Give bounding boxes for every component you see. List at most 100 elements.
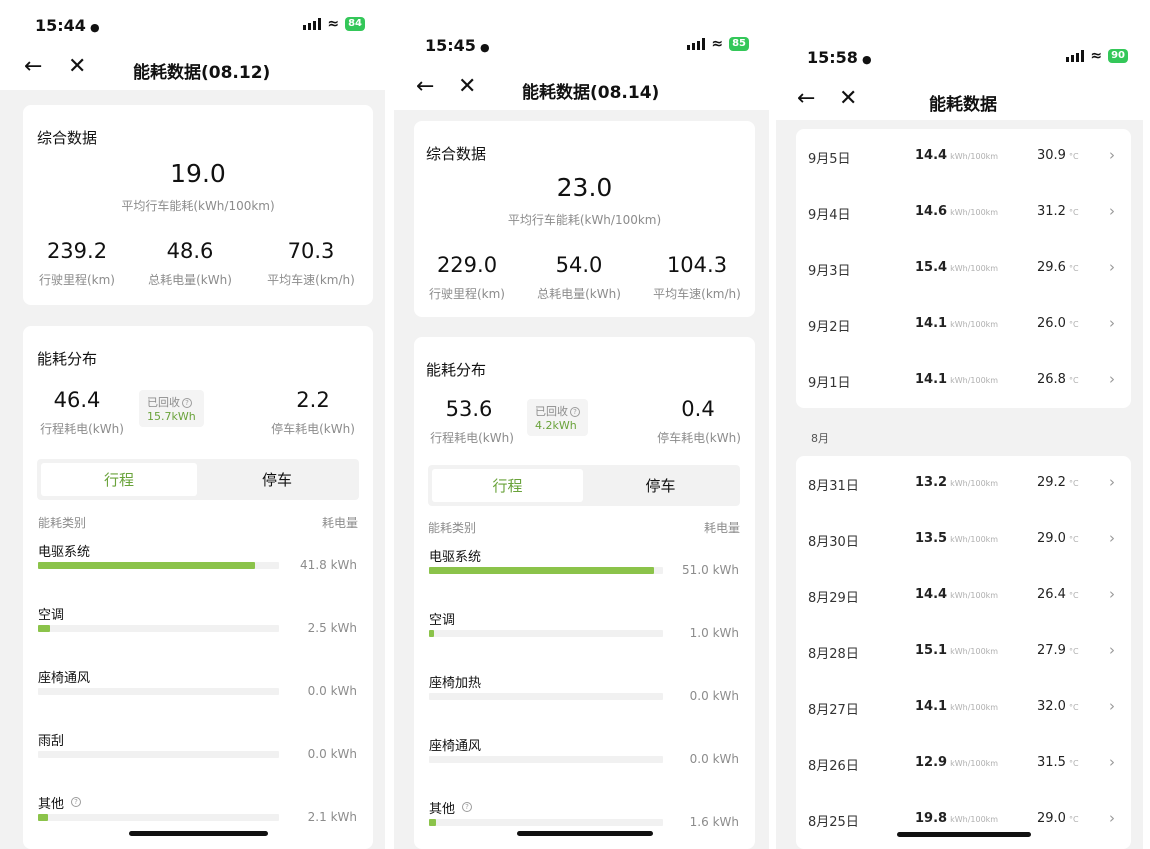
category-value: 51.0 kWh bbox=[682, 563, 739, 577]
help-icon[interactable]: ? bbox=[71, 797, 81, 807]
category-name: 座椅通风 bbox=[429, 739, 482, 754]
usage-column-header: 耗电量 bbox=[321, 516, 358, 530]
usage-bar-fill bbox=[429, 567, 654, 574]
day-consumption: 12.9 kWh/100km bbox=[915, 755, 998, 770]
stat-energy-value: 48.6 bbox=[166, 239, 214, 263]
day-row[interactable]: 8月28日 15.1 kWh/100km 27.9 °C › bbox=[796, 624, 1131, 680]
day-row[interactable]: 9月2日 14.1 kWh/100km 26.0 °C › bbox=[796, 297, 1131, 353]
day-row[interactable]: 8月29日 14.4 kWh/100km 26.4 °C › bbox=[796, 568, 1131, 624]
chevron-right-icon[interactable]: › bbox=[1109, 809, 1115, 827]
distribution-card-title: 能耗分布 bbox=[426, 361, 487, 379]
consumption-unit: kWh/100km bbox=[950, 535, 999, 544]
chevron-right-icon[interactable]: › bbox=[1109, 146, 1115, 164]
chevron-right-icon[interactable]: › bbox=[1109, 529, 1115, 547]
day-temperature: 31.2 °C bbox=[1037, 204, 1079, 219]
day-row[interactable]: 9月1日 14.1 kWh/100km 26.8 °C › bbox=[796, 353, 1131, 409]
close-icon[interactable]: ✕ bbox=[839, 88, 857, 110]
usage-bar bbox=[429, 630, 663, 637]
home-indicator bbox=[129, 831, 268, 836]
drive-usage-value: 53.6 bbox=[445, 397, 493, 421]
stat-speed-value: 104.3 bbox=[666, 253, 728, 277]
tab-trip[interactable]: 行程 bbox=[432, 469, 583, 502]
stat-distance-label: 行驶里程(km) bbox=[38, 273, 115, 287]
recovered-value: 4.2kWh bbox=[535, 419, 577, 432]
stat-energy-label: 总耗电量(kWh) bbox=[537, 287, 621, 301]
day-consumption-value: 13.2 bbox=[915, 475, 948, 490]
day-consumption: 13.2 kWh/100km bbox=[915, 475, 998, 490]
day-temperature: 29.0 °C bbox=[1037, 531, 1079, 546]
consumption-unit: kWh/100km bbox=[950, 815, 999, 824]
day-temperature: 26.8 °C bbox=[1037, 372, 1079, 387]
chevron-right-icon[interactable]: › bbox=[1109, 258, 1115, 276]
day-row[interactable]: 9月5日 14.4 kWh/100km 30.9 °C › bbox=[796, 129, 1131, 185]
chevron-right-icon[interactable]: › bbox=[1109, 585, 1115, 603]
category-value: 41.8 kWh bbox=[300, 558, 357, 572]
chevron-right-icon[interactable]: › bbox=[1109, 202, 1115, 220]
back-arrow-icon[interactable]: ← bbox=[797, 88, 815, 110]
usage-column-header: 耗电量 bbox=[703, 521, 740, 535]
tab-trip[interactable]: 行程 bbox=[41, 463, 197, 496]
signal-icon bbox=[1066, 50, 1085, 62]
avg-consumption-label: 平均行车能耗(kWh/100km) bbox=[121, 199, 275, 213]
chevron-right-icon[interactable]: › bbox=[1109, 473, 1115, 491]
page-title: 能耗数据 bbox=[929, 95, 997, 115]
tab-park[interactable]: 停车 bbox=[199, 463, 355, 496]
usage-bar-fill bbox=[38, 814, 48, 821]
close-icon[interactable]: ✕ bbox=[458, 76, 476, 98]
category-name: 空调 bbox=[38, 608, 65, 623]
chevron-right-icon[interactable]: › bbox=[1109, 641, 1115, 659]
help-icon[interactable]: ? bbox=[182, 398, 192, 408]
usage-bar-fill bbox=[429, 819, 437, 826]
temperature-unit: °C bbox=[1068, 376, 1079, 385]
day-date: 8月29日 bbox=[808, 591, 859, 606]
wifi-icon: ≈ bbox=[1090, 48, 1103, 64]
back-arrow-icon[interactable]: ← bbox=[24, 56, 42, 78]
park-usage-label: 停车耗电(kWh) bbox=[657, 431, 741, 445]
day-date: 8月25日 bbox=[808, 815, 859, 830]
help-icon[interactable]: ? bbox=[570, 407, 580, 417]
day-consumption: 14.1 kWh/100km bbox=[915, 699, 998, 714]
usage-bar-fill bbox=[38, 625, 51, 632]
category-value: 2.1 kWh bbox=[307, 810, 357, 824]
page-title: 能耗数据(08.12) bbox=[133, 63, 271, 83]
status-time: 15:58 ● bbox=[807, 48, 872, 67]
consumption-unit: kWh/100km bbox=[950, 208, 999, 217]
category-name: 电驱系统 bbox=[429, 550, 482, 565]
summary-card: 综合数据 23.0 平均行车能耗(kWh/100km) 229.0 行驶里程(k… bbox=[414, 121, 755, 317]
chevron-right-icon[interactable]: › bbox=[1109, 370, 1115, 388]
back-arrow-icon[interactable]: ← bbox=[416, 76, 434, 98]
day-row[interactable]: 8月26日 12.9 kWh/100km 31.5 °C › bbox=[796, 736, 1131, 792]
chevron-right-icon[interactable]: › bbox=[1109, 753, 1115, 771]
temperature-unit: °C bbox=[1068, 815, 1079, 824]
day-consumption-value: 15.4 bbox=[915, 260, 948, 275]
day-row[interactable]: 8月31日 13.2 kWh/100km 29.2 °C › bbox=[796, 456, 1131, 512]
day-date: 8月28日 bbox=[808, 647, 859, 662]
day-row[interactable]: 8月27日 14.1 kWh/100km 32.0 °C › bbox=[796, 680, 1131, 736]
day-row[interactable]: 8月25日 19.8 kWh/100km 29.0 °C › bbox=[796, 792, 1131, 848]
wifi-icon: ≈ bbox=[327, 16, 340, 32]
temperature-unit: °C bbox=[1068, 647, 1079, 656]
distribution-card: 能耗分布 46.4 行程耗电(kWh) 已回收? 15.7kWh 2.2 停车耗… bbox=[23, 326, 373, 849]
day-row[interactable]: 9月4日 14.6 kWh/100km 31.2 °C › bbox=[796, 185, 1131, 241]
close-icon[interactable]: ✕ bbox=[68, 56, 86, 78]
day-date: 8月31日 bbox=[808, 479, 859, 494]
temperature-unit: °C bbox=[1068, 591, 1079, 600]
consumption-unit: kWh/100km bbox=[950, 376, 999, 385]
stat-distance-value: 229.0 bbox=[436, 253, 498, 277]
battery-icon: 90 bbox=[1108, 49, 1128, 63]
page-title: 能耗数据(08.14) bbox=[522, 83, 660, 103]
day-row[interactable]: 9月3日 15.4 kWh/100km 29.6 °C › bbox=[796, 241, 1131, 297]
day-temperature: 32.0 °C bbox=[1037, 699, 1079, 714]
category-value: 0.0 kWh bbox=[307, 747, 357, 761]
day-row[interactable]: 8月30日 13.5 kWh/100km 29.0 °C › bbox=[796, 512, 1131, 568]
category-name: 空调 bbox=[429, 613, 456, 628]
day-temperature: 26.4 °C bbox=[1037, 587, 1079, 602]
chevron-right-icon[interactable]: › bbox=[1109, 314, 1115, 332]
temperature-unit: °C bbox=[1068, 320, 1079, 329]
september-list: 9月5日 14.4 kWh/100km 30.9 °C › 9月4日 14.6 kWh/100k… bbox=[796, 129, 1131, 408]
help-icon[interactable]: ? bbox=[462, 802, 472, 812]
day-temperature: 29.6 °C bbox=[1037, 260, 1079, 275]
chevron-right-icon[interactable]: › bbox=[1109, 697, 1115, 715]
usage-bar bbox=[38, 751, 279, 758]
tab-park[interactable]: 停车 bbox=[585, 469, 736, 502]
